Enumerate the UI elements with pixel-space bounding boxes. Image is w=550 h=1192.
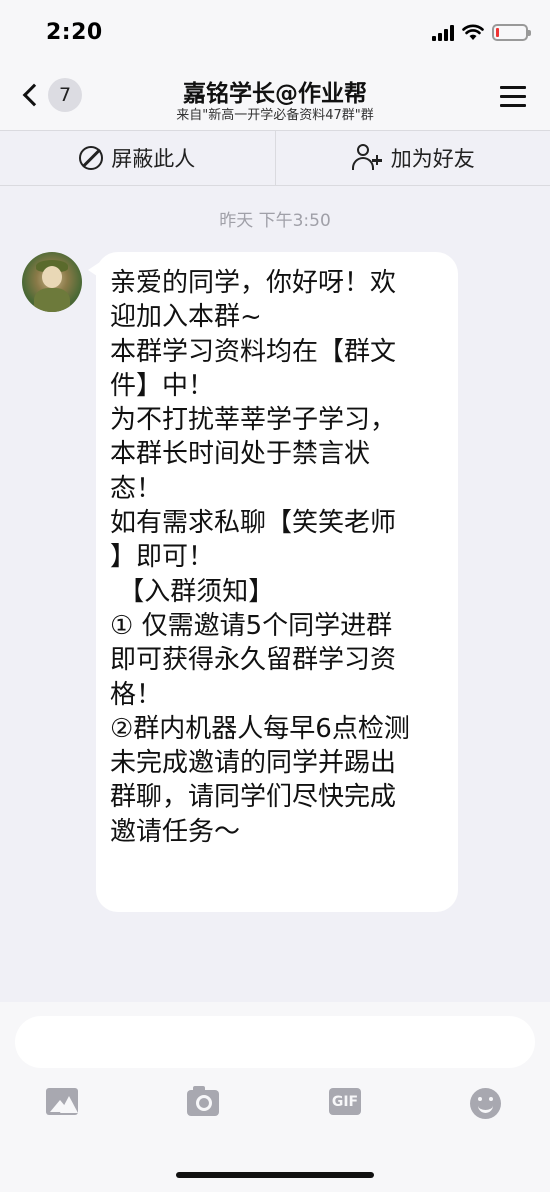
nav-bar: 7 嘉铭学长@作业帮 来自"新高一开学必备资料47群"群 xyxy=(0,62,550,130)
camera-icon xyxy=(187,1086,219,1116)
camera-button[interactable] xyxy=(187,1086,221,1120)
battery-icon xyxy=(492,24,531,41)
emoji-button[interactable] xyxy=(470,1088,504,1120)
block-icon xyxy=(79,146,104,170)
add-friend-button[interactable]: 加为好友 xyxy=(274,131,550,185)
menu-icon xyxy=(500,86,526,89)
chat-title: 嘉铭学长@作业帮 xyxy=(183,81,367,107)
gif-icon: GIF xyxy=(329,1088,361,1115)
status-time: 2:20 xyxy=(46,20,103,45)
action-bar: 屏蔽此人 加为好友 xyxy=(0,130,550,186)
block-user-button[interactable]: 屏蔽此人 xyxy=(0,131,275,185)
input-area: GIF xyxy=(0,1002,550,1192)
menu-button[interactable] xyxy=(500,86,526,108)
status-icons xyxy=(432,24,531,41)
wifi-icon xyxy=(462,24,484,40)
image-icon xyxy=(46,1088,78,1115)
gif-button[interactable]: GIF xyxy=(329,1088,363,1120)
input-toolbar: GIF xyxy=(0,1086,550,1124)
chat-subtitle: 来自"新高一开学必备资料47群"群 xyxy=(176,108,374,123)
cellular-signal-icon xyxy=(432,24,454,41)
block-user-label: 屏蔽此人 xyxy=(111,147,196,171)
sender-avatar[interactable] xyxy=(22,252,82,312)
message-timestamp: 昨天 下午3:50 xyxy=(219,211,331,231)
message-text: 亲爱的同学，你好呀！欢 迎加入本群~ 本群学习资料均在【群文 件】中！ 为不打扰… xyxy=(110,268,410,847)
status-bar: 2:20 xyxy=(0,0,550,62)
home-indicator xyxy=(176,1172,374,1178)
message-bubble[interactable]: 亲爱的同学，你好呀！欢 迎加入本群~ 本群学习资料均在【群文 件】中！ 为不打扰… xyxy=(96,252,458,912)
emoji-icon xyxy=(470,1088,501,1119)
message-input[interactable] xyxy=(15,1016,535,1068)
photo-button[interactable] xyxy=(46,1088,80,1120)
add-friend-icon xyxy=(351,144,383,172)
add-friend-label: 加为好友 xyxy=(390,147,475,171)
